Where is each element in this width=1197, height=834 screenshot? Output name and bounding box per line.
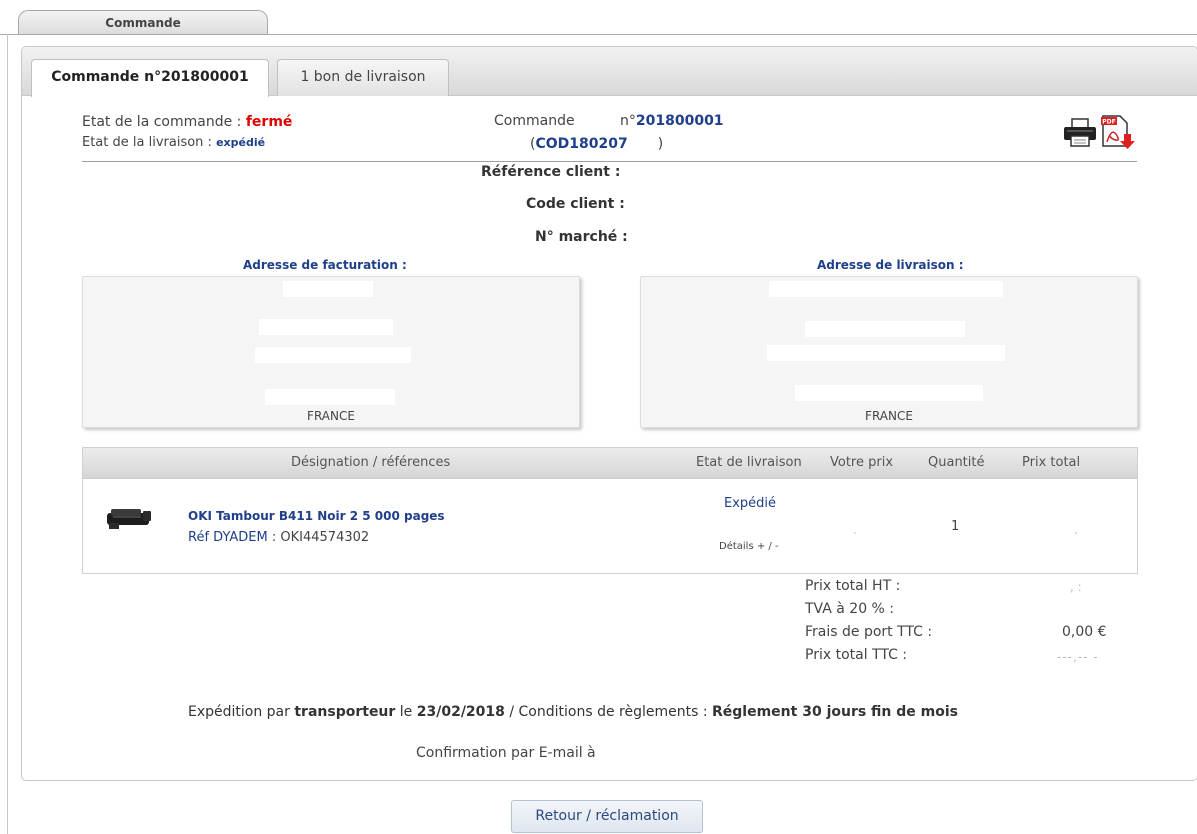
ref-value: OKI44574302 bbox=[280, 530, 370, 545]
ref-label: Réf DYADEM bbox=[188, 530, 268, 545]
shipping-cost-value: 0,00 € bbox=[1062, 624, 1107, 640]
your-price: . bbox=[853, 523, 857, 537]
col-your-price: Votre prix bbox=[830, 455, 894, 470]
return-claim-button[interactable]: Retour / réclamation bbox=[511, 800, 703, 833]
redacted-block bbox=[265, 389, 395, 405]
shipping-info: Expédition par transporteur le 23/02/201… bbox=[188, 704, 958, 720]
order-code-close: ) bbox=[657, 136, 664, 152]
shipping-address-title: Adresse de livraison : bbox=[817, 258, 964, 272]
total-ht-value: , : bbox=[1070, 580, 1082, 594]
total-ttc-value: ---,-- - bbox=[1057, 650, 1099, 664]
client-reference-label: Référence client : bbox=[481, 164, 621, 180]
tva-label: TVA à 20 % : bbox=[805, 601, 895, 617]
total-ht-label: Prix total HT : bbox=[805, 578, 901, 594]
order-state-value: fermé bbox=[245, 114, 293, 130]
billing-address-title: Adresse de facturation : bbox=[243, 258, 407, 272]
table-header: Désignation / références Etat de livrais… bbox=[83, 448, 1137, 479]
shipping-date: 23/02/2018 bbox=[416, 704, 505, 720]
shipping-cost-label: Frais de port TTC : bbox=[805, 624, 933, 640]
table-row: OKI Tambour B411 Noir 2 5 000 pages Réf … bbox=[83, 479, 1137, 573]
shipping-carrier: transporteur bbox=[294, 704, 396, 720]
top-tab-divider bbox=[0, 34, 1197, 35]
product-name[interactable]: OKI Tambour B411 Noir 2 5 000 pages bbox=[188, 509, 445, 523]
redacted-block bbox=[255, 347, 411, 363]
order-code-value: COD180207 bbox=[535, 136, 628, 152]
delivery-state-value: expédié bbox=[216, 136, 266, 149]
delivery-state: Etat de la livraison : expédié bbox=[82, 135, 265, 150]
client-code-label: Code client : bbox=[526, 196, 625, 212]
svg-text:PDF: PDF bbox=[1102, 119, 1115, 126]
col-designation: Désignation / références bbox=[291, 455, 451, 470]
order-state: Etat de la commande : fermé bbox=[82, 114, 292, 130]
shipping-address-box: FRANCE bbox=[640, 276, 1138, 428]
redacted-block bbox=[259, 319, 393, 335]
order-lines-table: Désignation / références Etat de livrais… bbox=[82, 447, 1138, 574]
redacted-block bbox=[805, 321, 965, 337]
total-ttc-label: Prix total TTC : bbox=[805, 647, 908, 663]
order-code: (COD180207) bbox=[530, 136, 663, 152]
order-number: n°201800001 bbox=[620, 113, 724, 129]
printer-icon[interactable] bbox=[1063, 118, 1097, 152]
col-delivery-state: Etat de livraison bbox=[696, 455, 802, 470]
redacted-block bbox=[767, 345, 1005, 361]
redacted-block bbox=[769, 281, 1003, 297]
order-label: Commande bbox=[494, 113, 575, 129]
market-number-label: N° marché : bbox=[535, 229, 628, 245]
col-quantity: Quantité bbox=[928, 455, 985, 470]
pdf-download-icon[interactable]: PDF bbox=[1100, 114, 1140, 154]
header-separator bbox=[82, 161, 1137, 162]
total-price: . bbox=[1074, 523, 1078, 537]
product-image bbox=[105, 505, 153, 537]
shipping-country: FRANCE bbox=[865, 409, 913, 423]
order-state-label: Etat de la commande : bbox=[82, 114, 242, 130]
billing-address-box: FRANCE bbox=[82, 276, 580, 428]
shipping-le: le bbox=[399, 704, 413, 720]
delivery-status: Expédié bbox=[724, 496, 777, 511]
payment-terms: Réglement 30 jours fin de mois bbox=[712, 704, 959, 720]
shipping-prefix: Expédition par bbox=[188, 704, 290, 720]
order-number-prefix: n° bbox=[620, 113, 636, 129]
redacted-block bbox=[283, 281, 373, 297]
redacted-block bbox=[795, 385, 983, 401]
billing-country: FRANCE bbox=[307, 409, 355, 423]
left-border bbox=[7, 34, 8, 834]
ref-separator: : bbox=[267, 530, 281, 545]
shipping-sep: / Conditions de règlements : bbox=[509, 704, 708, 720]
tab-order-number[interactable]: Commande n°201800001 bbox=[31, 59, 269, 97]
delivery-state-label: Etat de la livraison : bbox=[82, 135, 212, 150]
quantity: 1 bbox=[951, 519, 960, 534]
tab-delivery-note[interactable]: 1 bon de livraison bbox=[277, 59, 449, 96]
tab-commande[interactable]: Commande bbox=[18, 10, 268, 35]
email-confirmation: Confirmation par E-mail à bbox=[416, 745, 596, 761]
details-toggle[interactable]: Détails + / - bbox=[719, 541, 779, 552]
col-total-price: Prix total bbox=[1022, 455, 1081, 470]
product-reference: Réf DYADEM : OKI44574302 bbox=[188, 530, 369, 545]
order-number-value: 201800001 bbox=[635, 113, 724, 129]
